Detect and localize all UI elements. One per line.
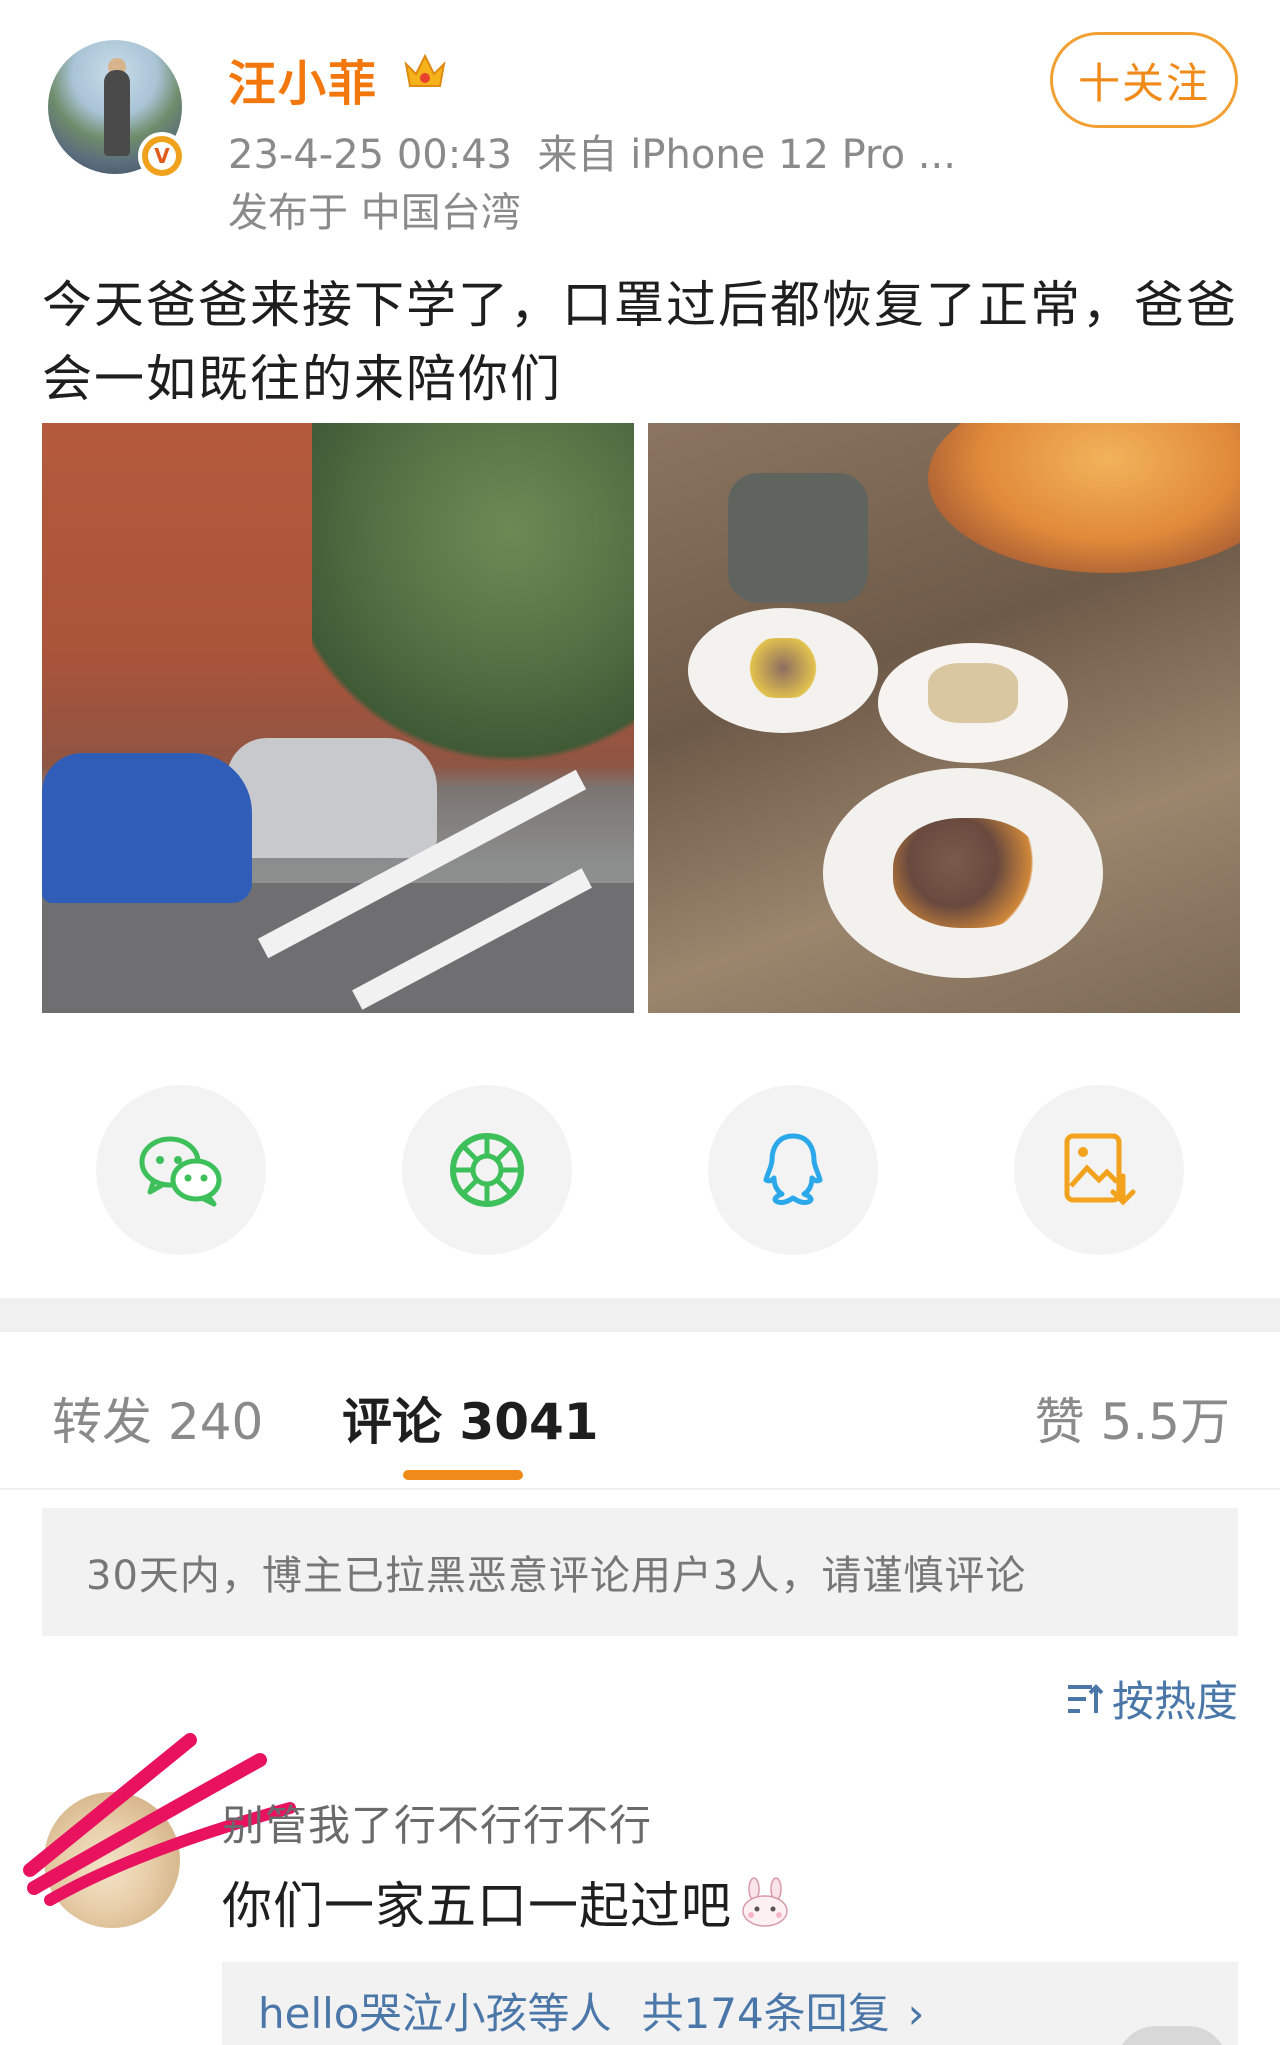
photo-car-silver [227,738,437,858]
comment-notice: 30天内，博主已拉黑恶意评论用户3人，请谨慎评论 [42,1508,1238,1636]
verified-badge-letter: V [148,142,176,170]
commenter-name[interactable]: 别管我了行不行行不行 [222,1792,652,1853]
author-name[interactable]: 汪小菲 [228,44,378,114]
crown-icon [404,53,446,87]
photo-tree [312,423,634,783]
photo-food [738,638,828,698]
verified-v-icon: V [138,132,186,180]
tab-repost[interactable]: 转发 240 [52,1382,263,1454]
bunny-emoji-icon [742,1877,788,1927]
save-image-icon [1064,1133,1136,1206]
replies-users: hello哭泣小孩等人 [258,1989,612,2038]
post-source: 来自 iPhone 12 Pro ... [537,132,956,178]
wechat-icon [139,1136,222,1207]
share-moments-button[interactable] [402,1085,572,1255]
photo-car-blue [42,753,252,903]
save-image-button[interactable] [1014,1085,1184,1255]
tab-comments[interactable]: 评论 3041 [342,1382,599,1454]
photo-hotpot [928,423,1240,573]
photo-food [928,663,1018,723]
photo-cup [728,473,868,603]
avatar-figure-body [104,70,130,156]
post-photo-dinner[interactable] [648,423,1240,1013]
post-text: 今天爸爸来接下学了，口罩过后都恢复了正常，爸爸会一如既往的来陪你们 [42,276,1238,408]
post-timestamp: 23-4-25 00:43 [228,132,513,178]
comment-replies-link[interactable]: hello哭泣小孩等人 共174条回复 › [222,1962,1238,2045]
photo-food [893,818,1043,928]
comment-body: 你们一家五口一起过吧 [222,1877,732,1935]
tab-divider [0,1488,1280,1490]
sort-icon [1067,1683,1104,1713]
active-tab-indicator [403,1470,523,1480]
chevron-right-icon: › [907,1989,925,2038]
post-photo-street[interactable] [42,423,634,1013]
tab-likes[interactable]: 赞 5.5万 [1035,1382,1230,1454]
post-location: 发布于 中国台湾 [228,190,521,236]
sort-by-hot-button[interactable]: 按热度 [1064,1668,1238,1729]
sort-label: 按热度 [1111,1677,1238,1726]
post-time-source: 23-4-25 00:43 来自 iPhone 12 Pro ... [228,122,956,180]
moments-icon [450,1133,524,1207]
replies-count: 共174条回复 [641,1989,890,2038]
comment-text: 你们一家五口一起过吧 [222,1866,794,1938]
qq-icon [763,1133,823,1205]
share-wechat-button[interactable] [96,1085,266,1255]
share-qq-button[interactable] [708,1085,878,1255]
follow-button[interactable]: 十关注 [1050,32,1238,128]
section-separator [0,1298,1280,1332]
